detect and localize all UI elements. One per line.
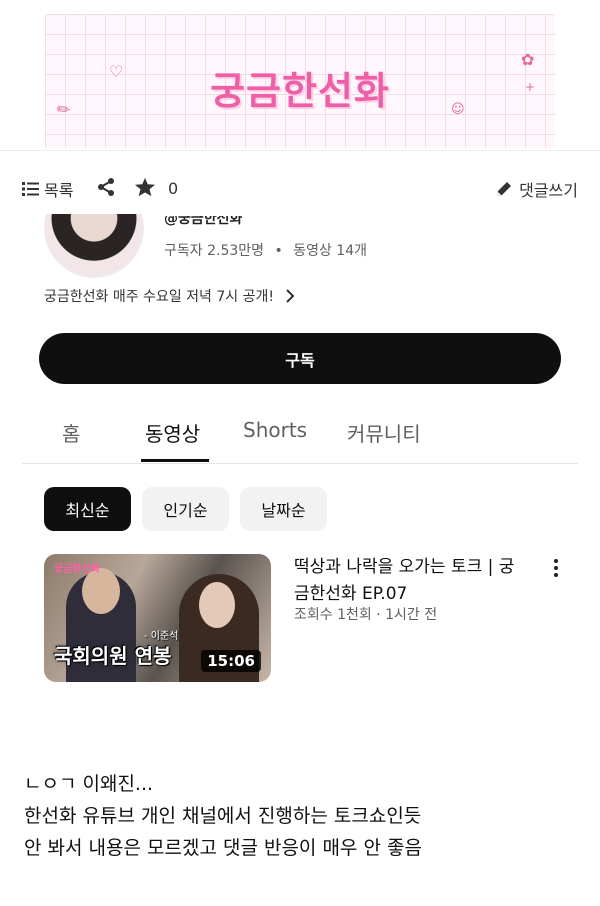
tab-videos[interactable]: 동영상 (145, 418, 200, 447)
favorite-count: 0 (168, 179, 179, 198)
write-comment-label: 댓글쓰기 (519, 181, 578, 200)
thumbnail-logo: 궁금한선화 (54, 564, 100, 575)
subscriber-count: 구독자 2.53만명 (164, 243, 265, 259)
post-line: 안 봐서 내용은 모르겠고 댓글 반응이 매우 안 좋음 (24, 837, 422, 859)
more-dot (554, 573, 558, 577)
more-dot (554, 566, 558, 570)
active-tab-indicator (141, 459, 209, 462)
video-more-button[interactable] (548, 556, 564, 580)
smile-doodle-icon: ☺ (451, 102, 465, 117)
list-icon (22, 182, 39, 196)
thumbnail-face-right (199, 582, 235, 628)
channel-avatar[interactable] (44, 214, 144, 278)
post-line: 한선화 유튜브 개인 채널에서 진행하는 토크쇼인듯 (24, 805, 422, 827)
channel-handle: @궁금한선화 (164, 216, 243, 226)
tab-home[interactable]: 홈 (62, 418, 80, 447)
banner-grid: 궁금한선화 ♡ ✎ ✿ + ☺ (45, 14, 555, 148)
post-toolbar: 목록 0 댓글쓰기 (0, 150, 600, 222)
video-count: 동영상 14개 (293, 243, 367, 259)
chip-latest[interactable]: 최신순 (44, 487, 131, 531)
heart-doodle-icon: ♡ (109, 62, 124, 81)
channel-stats: 구독자 2.53만명 • 동영상 14개 (164, 240, 367, 260)
channel-header: @궁금한선화 구독자 2.53만명 • 동영상 14개 궁금한선화 매주 수요일… (0, 214, 600, 324)
channel-tabs: 홈 동영상 Shorts 커뮤니티 (22, 404, 578, 464)
chip-popular[interactable]: 인기순 (142, 487, 229, 531)
pencil-icon (497, 182, 512, 196)
stats-separator: • (274, 243, 283, 259)
video-title[interactable]: 떡상과 나락을 오가는 토크 | 궁금한선화 EP.07 (294, 554, 530, 608)
thumbnail-caption: 국회의원 연봉 (54, 644, 172, 668)
more-vertical-icon (554, 559, 558, 563)
video-thumbnail[interactable]: 궁금한선화 - 이준석 국회의원 연봉 15:06 (44, 554, 271, 682)
channel-description-text: 궁금한선화 매주 수요일 저녁 7시 공개! (44, 289, 274, 305)
video-meta: 조회수 1천회 · 1시간 전 (294, 607, 438, 623)
chevron-right-icon (286, 289, 295, 303)
post-line: ㄴㅇㄱ 이왜진... (24, 773, 154, 795)
list-label: 목록 (44, 181, 74, 200)
star-icon (135, 177, 155, 197)
channel-banner: 궁금한선화 ♡ ✎ ✿ + ☺ (0, 0, 600, 150)
share-icon (98, 178, 114, 196)
tab-community[interactable]: 커뮤니티 (347, 418, 421, 447)
flower-doodle-icon: ✿ (521, 50, 535, 69)
subscribe-button[interactable]: 구독 (39, 333, 561, 384)
list-button[interactable]: 목록 (22, 177, 73, 201)
post-body-text: ㄴㅇㄱ 이왜진... 한선화 유튜브 개인 채널에서 진행하는 토크쇼인듯 안 … (24, 768, 584, 864)
share-button[interactable] (96, 177, 116, 197)
plus-doodle-icon: + (525, 80, 536, 94)
write-comment-button[interactable]: 댓글쓰기 (495, 177, 578, 201)
tab-shorts[interactable]: Shorts (243, 418, 307, 442)
video-duration: 15:06 (201, 650, 261, 672)
chip-oldest[interactable]: 날짜순 (240, 487, 327, 531)
favorite-button[interactable] (134, 177, 156, 197)
channel-description[interactable]: 궁금한선화 매주 수요일 저녁 7시 공개! (44, 286, 296, 306)
